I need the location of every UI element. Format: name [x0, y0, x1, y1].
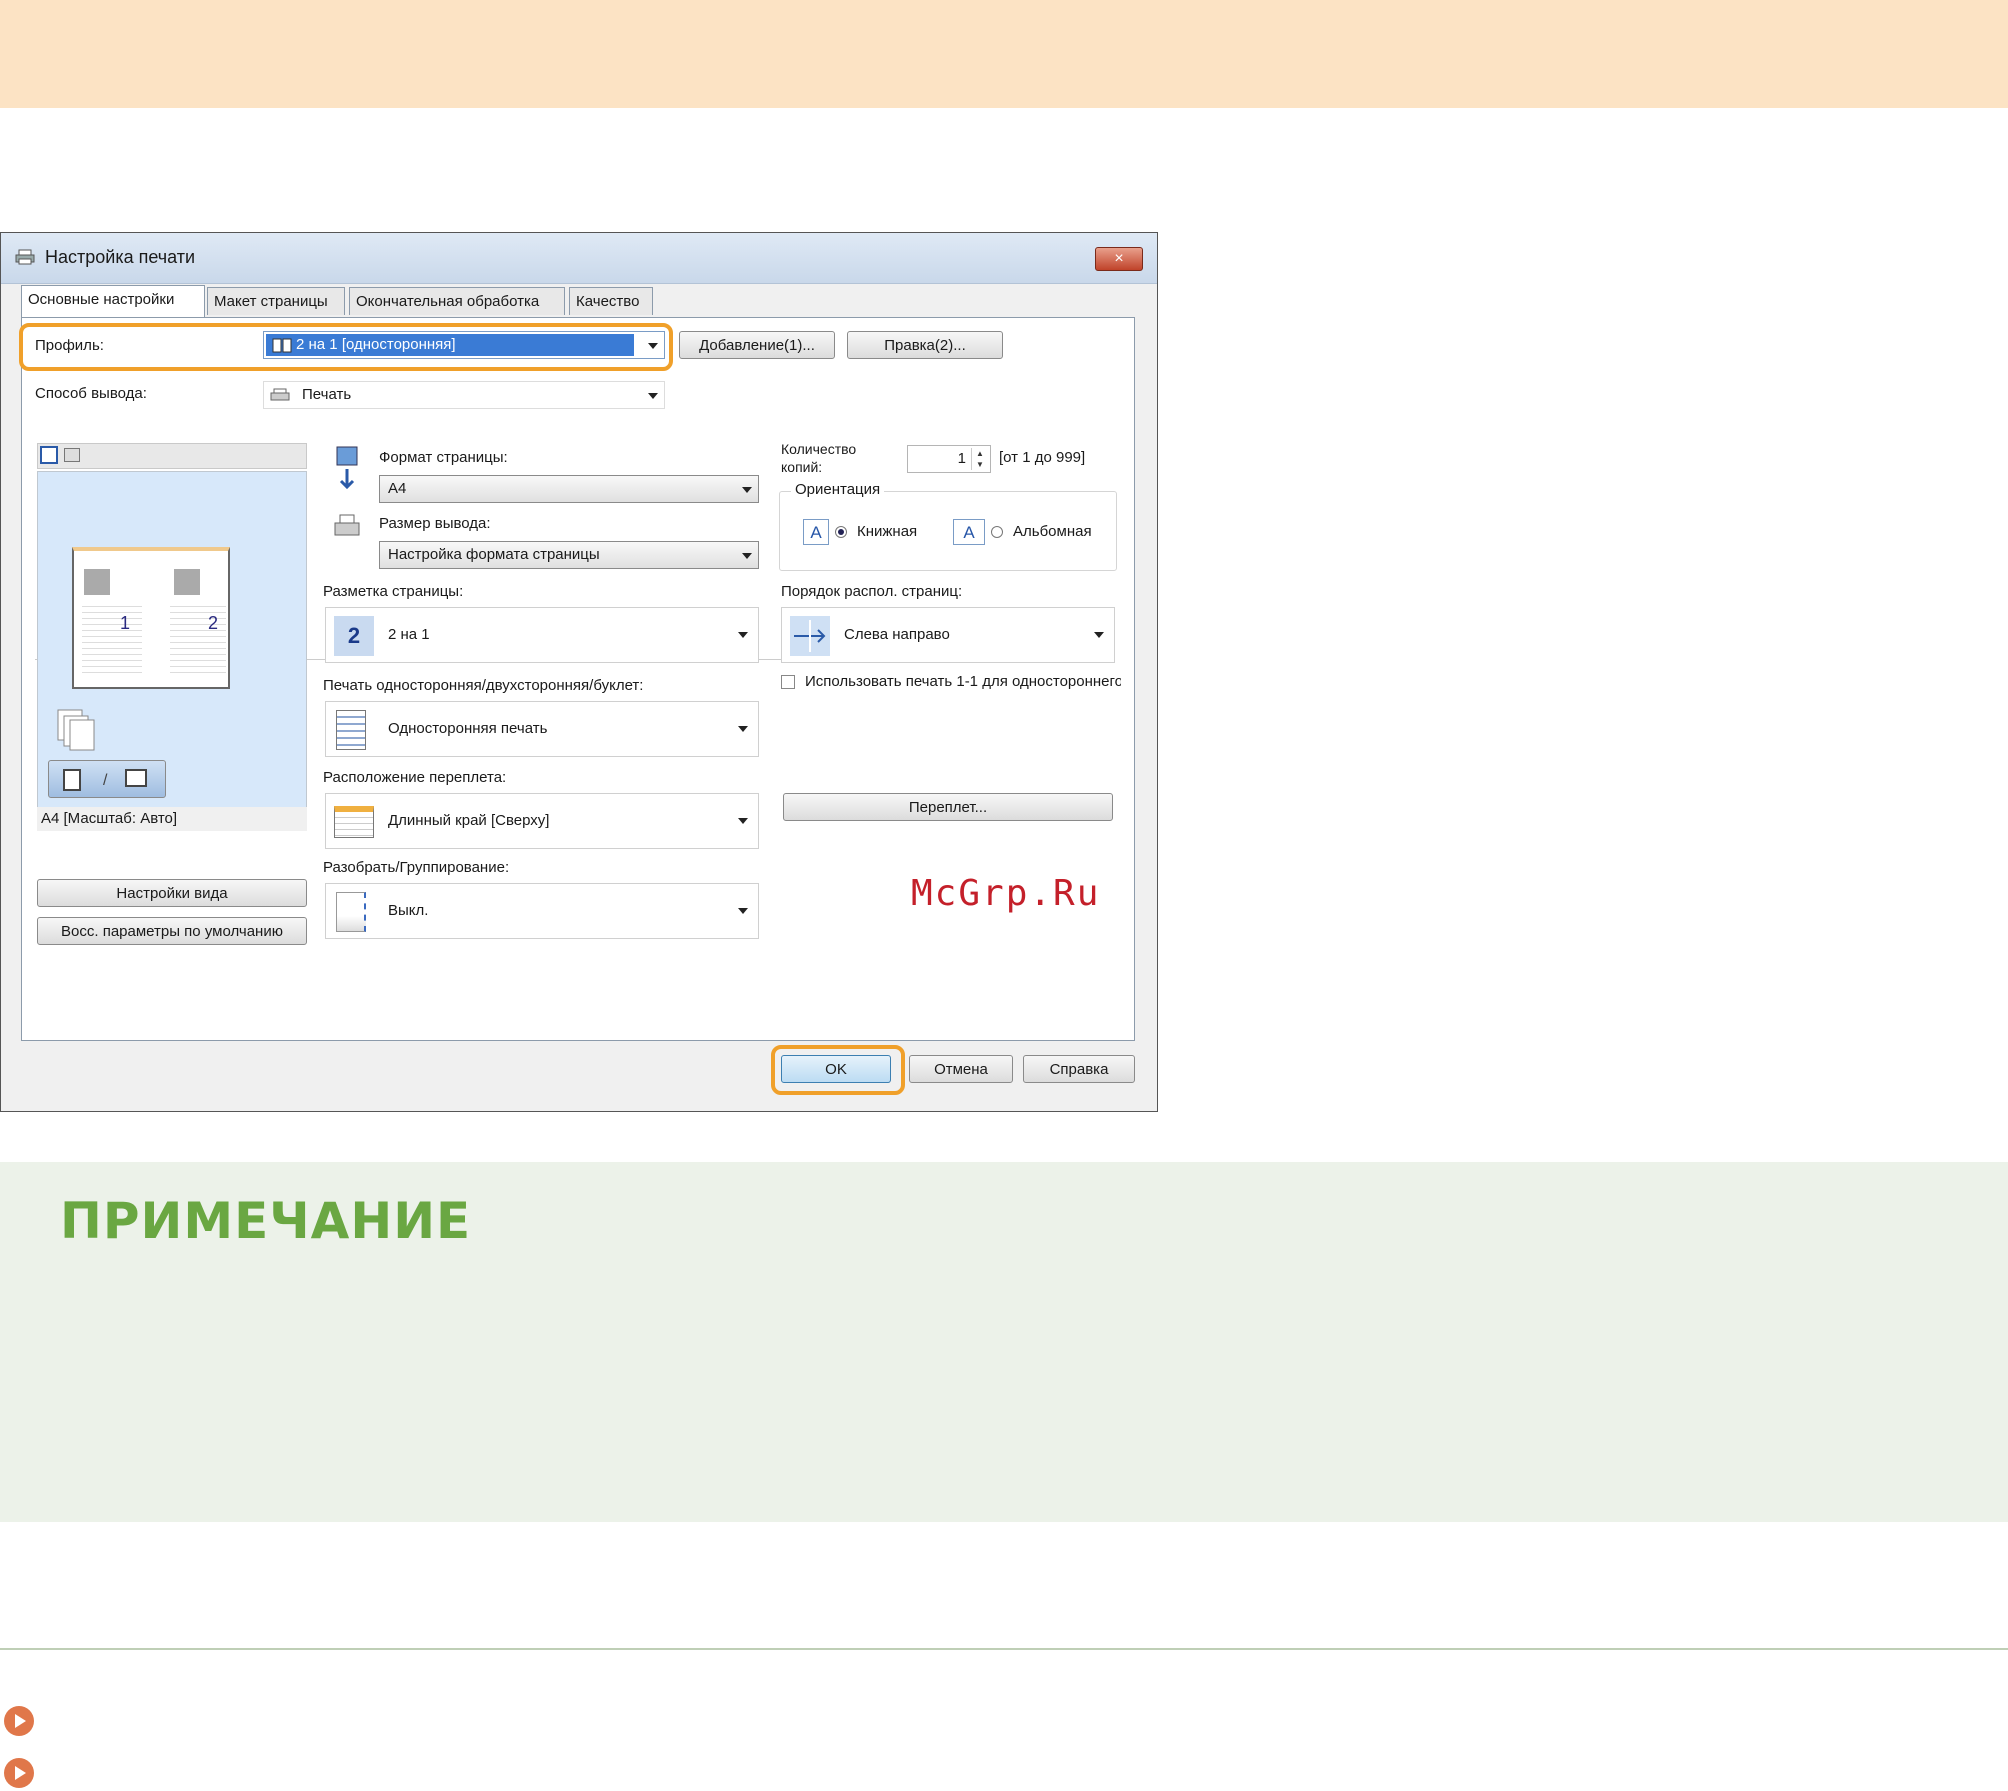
- copies-range: [от 1 до 999]: [999, 449, 1086, 466]
- page-order-label: Порядок распол. страниц:: [781, 583, 963, 600]
- ok-highlight: [771, 1045, 905, 1095]
- copies-label: Количество: [781, 441, 857, 457]
- preview-page-number: 1: [120, 613, 131, 633]
- tab-basic-settings[interactable]: Основные настройки: [21, 285, 205, 317]
- single-sided-icon: [336, 710, 366, 750]
- restore-defaults-button[interactable]: Восс. параметры по умолчанию: [37, 917, 307, 945]
- preview-caption: A4 [Масштаб: Авто]: [37, 807, 307, 831]
- gutter-button[interactable]: Переплет...: [783, 793, 1113, 821]
- output-method-value: Печать: [302, 386, 352, 403]
- output-size-label: Размер вывода:: [379, 515, 491, 532]
- help-button[interactable]: Справка: [1023, 1055, 1135, 1083]
- layout-2up-icon: 2: [334, 616, 374, 656]
- arrow-link-icon[interactable]: [4, 1706, 34, 1736]
- output-method-label: Способ вывода:: [35, 385, 147, 402]
- arrow-link-icon[interactable]: [4, 1758, 34, 1788]
- sheet-orientation-toggle[interactable]: /: [48, 760, 166, 798]
- copies-value: 1: [957, 450, 966, 467]
- edit-profile-button[interactable]: Правка(2)...: [847, 331, 1003, 359]
- binding-value: Длинный край [Сверху]: [388, 812, 550, 829]
- landscape-icon: A: [953, 519, 985, 545]
- page-size-icon: [336, 446, 358, 490]
- chevron-down-icon: [738, 818, 748, 824]
- page-layout-label: Разметка страницы:: [323, 583, 464, 600]
- tab-finishing[interactable]: Окончательная обработка: [349, 287, 565, 315]
- duplex-value: Односторонняя печать: [388, 720, 548, 737]
- page-image-icon: [174, 569, 200, 595]
- page-order-value: Слева направо: [844, 626, 950, 643]
- add-profile-button[interactable]: Добавление(1)...: [679, 331, 835, 359]
- duplex-label: Печать односторонняя/двухсторонняя/букле…: [323, 677, 644, 694]
- output-size-value: Настройка формата страницы: [388, 546, 600, 563]
- chevron-down-icon: [742, 487, 752, 493]
- collate-select[interactable]: Выкл.: [325, 883, 759, 939]
- page-order-select[interactable]: Слева направо: [781, 607, 1115, 663]
- chevron-down-icon: [648, 393, 658, 399]
- page-image-icon: [84, 569, 110, 595]
- page-size-select[interactable]: A4: [379, 475, 759, 503]
- page-view-icon[interactable]: [40, 446, 58, 464]
- chevron-down-icon: [738, 908, 748, 914]
- copies-stepper[interactable]: 1 ▲ ▼: [907, 445, 991, 473]
- top-banner: [0, 0, 2008, 108]
- arrow-right-icon: [790, 616, 830, 656]
- dialog-title: Настройка печати: [45, 247, 196, 267]
- preview-area: 1 2 /: [37, 471, 307, 825]
- binding-top-icon: [334, 806, 374, 838]
- profile-highlight: [19, 323, 673, 371]
- page-size-label: Формат страницы:: [379, 449, 508, 466]
- copies-label: копий:: [781, 459, 823, 475]
- note-title: ПРИМЕЧАНИЕ: [60, 1192, 472, 1250]
- orientation-label: Ориентация: [791, 481, 885, 498]
- chevron-down-icon: [742, 553, 752, 559]
- chevron-down-icon: [738, 632, 748, 638]
- portrait-radio[interactable]: [835, 526, 847, 538]
- landscape-radio[interactable]: [991, 526, 1003, 538]
- binding-select[interactable]: Длинный край [Сверху]: [325, 793, 759, 849]
- landscape-label: Альбомная: [1013, 523, 1092, 540]
- page-icon: [63, 769, 81, 791]
- printer-icon: [334, 514, 360, 536]
- page-layout-select[interactable]: 2 2 на 1: [325, 607, 759, 663]
- spin-arrows-icon[interactable]: ▲ ▼: [971, 448, 988, 470]
- collate-value: Выкл.: [388, 902, 429, 919]
- view-settings-button[interactable]: Настройки вида: [37, 879, 307, 907]
- duplex-select[interactable]: Односторонняя печать: [325, 701, 759, 757]
- portrait-label: Книжная: [857, 523, 918, 540]
- collate-icon: [336, 892, 366, 932]
- tab-quality[interactable]: Качество: [569, 287, 653, 315]
- preview-toolbar: [37, 443, 307, 469]
- printer-icon: [15, 249, 35, 265]
- page-size-value: A4: [388, 480, 407, 497]
- chevron-down-icon: [738, 726, 748, 732]
- output-size-select[interactable]: Настройка формата страницы: [379, 541, 759, 569]
- print-settings-dialog: Настройка печати × Основные настройки Ма…: [0, 232, 1158, 1112]
- preview-sheet: 1 2: [72, 547, 230, 689]
- cancel-button[interactable]: Отмена: [909, 1055, 1013, 1083]
- close-button[interactable]: ×: [1095, 247, 1143, 271]
- collate-label: Разобрать/Группирование:: [323, 859, 510, 876]
- output-method-select[interactable]: Печать: [263, 381, 665, 409]
- one-to-one-label: Использовать печать 1-1 для односторонне…: [805, 673, 1121, 690]
- page-layout-value: 2 на 1: [388, 626, 430, 643]
- divider: [0, 1648, 2008, 1650]
- chevron-down-icon: [1094, 632, 1104, 638]
- one-to-one-checkbox[interactable]: [781, 675, 795, 689]
- portrait-icon: A: [803, 519, 829, 545]
- preview-page-number: 2: [208, 613, 219, 633]
- watermark-text: McGrp.Ru: [911, 873, 1101, 914]
- printer-view-icon[interactable]: [64, 448, 80, 462]
- page-icon: [125, 769, 147, 787]
- dialog-titlebar: Настройка печати ×: [1, 233, 1157, 284]
- copies-stack-icon: [57, 709, 95, 751]
- printer-icon: [270, 388, 290, 401]
- binding-label: Расположение переплета:: [323, 769, 507, 786]
- tab-page-setup[interactable]: Макет страницы: [207, 287, 345, 315]
